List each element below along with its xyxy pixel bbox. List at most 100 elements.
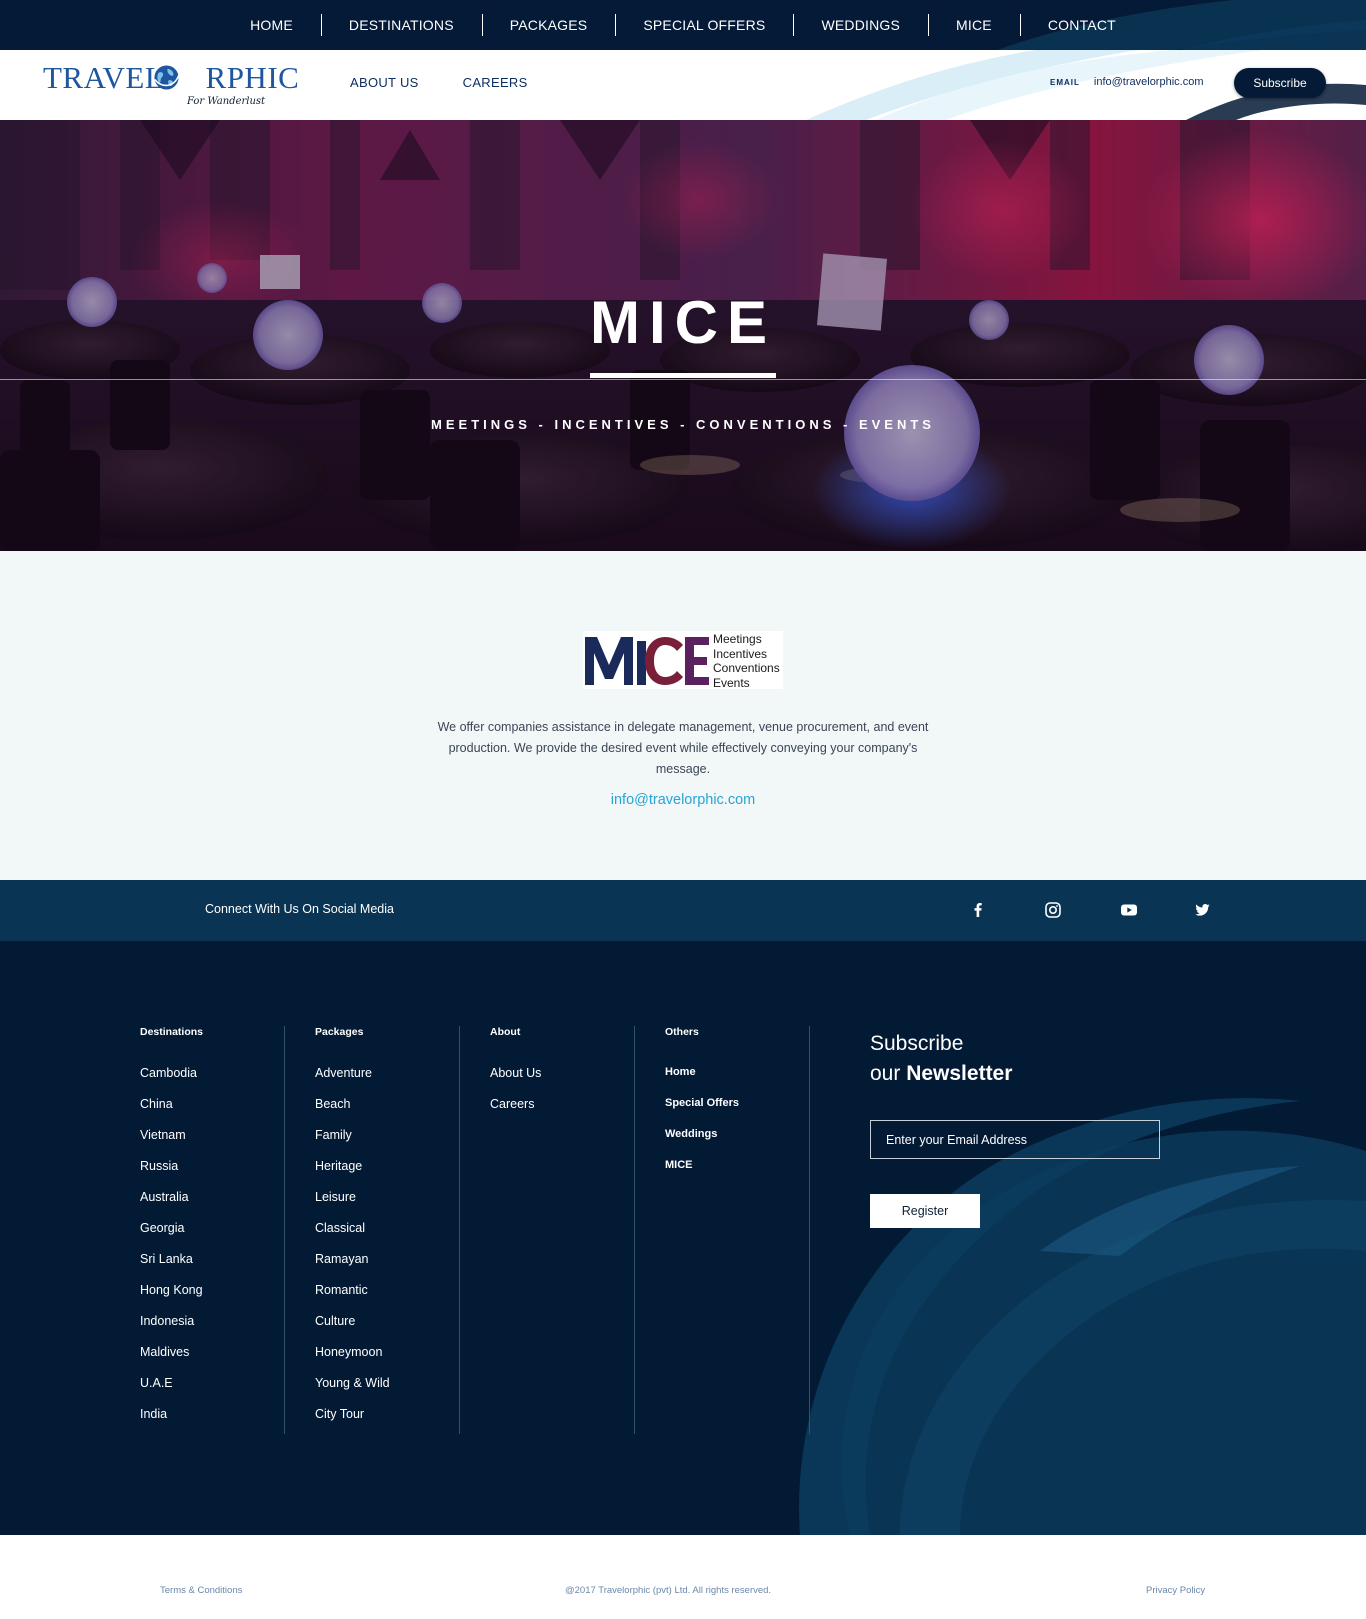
register-button[interactable]: Register	[870, 1194, 980, 1228]
footer-link-classical[interactable]: Classical	[315, 1221, 365, 1235]
newsletter-title-line1: Subscribe	[870, 1032, 964, 1055]
list-item: India	[140, 1407, 284, 1438]
list-item: Hong Kong	[140, 1283, 284, 1314]
list-item: MICE	[665, 1159, 809, 1190]
mice-logo-words: Meetings Incentives Conventions Events	[713, 632, 780, 690]
nav-destinations[interactable]: DESTINATIONS	[320, 14, 482, 36]
footer-link-cambodia[interactable]: Cambodia	[140, 1066, 197, 1080]
list-item: Leisure	[315, 1190, 459, 1221]
list-item: Indonesia	[140, 1314, 284, 1345]
social-media-label: Connect With Us On Social Media	[205, 902, 394, 916]
footer-link-home[interactable]: Home	[665, 1066, 696, 1078]
list-item: Culture	[315, 1314, 459, 1345]
footer-link-india[interactable]: India	[140, 1407, 167, 1421]
hero-banner: MICE MEETINGS - INCENTIVES - CONVENTIONS…	[0, 120, 1366, 551]
list-item: About Us	[490, 1066, 634, 1097]
list-item: Vietnam	[140, 1128, 284, 1159]
facebook-icon[interactable]	[968, 900, 988, 920]
logo-tagline: For Wanderlust	[187, 96, 266, 107]
footer-link-hong-kong[interactable]: Hong Kong	[140, 1283, 203, 1297]
footer-link-honeymoon[interactable]: Honeymoon	[315, 1345, 382, 1359]
youtube-icon[interactable]	[1119, 900, 1139, 920]
nav-careers[interactable]: CAREERS	[463, 75, 528, 90]
footer-link-russia[interactable]: Russia	[140, 1159, 178, 1173]
terms-link[interactable]: Terms & Conditions	[160, 1585, 242, 1596]
list-item: Cambodia	[140, 1066, 284, 1097]
footer-link-vietnam[interactable]: Vietnam	[140, 1128, 186, 1142]
footer-link-australia[interactable]: Australia	[140, 1190, 189, 1204]
footer-link-adventure[interactable]: Adventure	[315, 1066, 372, 1080]
copyright-text: @2017 Travelorphic (pvt) Ltd. All rights…	[565, 1585, 772, 1596]
subscribe-button[interactable]: Subscribe	[1234, 68, 1326, 98]
top-navigation: HOME DESTINATIONS PACKAGES SPECIAL OFFER…	[0, 0, 1366, 50]
footer-link-young-and-wild[interactable]: Young & Wild	[315, 1376, 390, 1390]
footer-list-others: Home Special Offers Weddings MICE	[665, 1066, 809, 1190]
list-item: Heritage	[315, 1159, 459, 1190]
site-footer: Destinations Cambodia China Vietnam Russ…	[0, 941, 1366, 1535]
footer-column-packages: Packages Adventure Beach Family Heritage…	[315, 1026, 460, 1434]
list-item: Home	[665, 1066, 809, 1097]
header-email-link[interactable]: info@travelorphic.com	[1094, 76, 1204, 88]
footer-link-indonesia[interactable]: Indonesia	[140, 1314, 194, 1328]
footer-link-uae[interactable]: U.A.E	[140, 1376, 173, 1390]
list-item: Ramayan	[315, 1252, 459, 1283]
footer-link-ramayan[interactable]: Ramayan	[315, 1252, 369, 1266]
list-item: Adventure	[315, 1066, 459, 1097]
newsletter-title: Subscribe our Newsletter	[870, 1029, 1012, 1089]
footer-link-romantic[interactable]: Romantic	[315, 1283, 368, 1297]
instagram-icon[interactable]	[1043, 900, 1063, 920]
footer-link-beach[interactable]: Beach	[315, 1097, 350, 1111]
footer-link-maldives[interactable]: Maldives	[140, 1345, 189, 1359]
nav-packages[interactable]: PACKAGES	[481, 14, 616, 36]
list-item: Maldives	[140, 1345, 284, 1376]
footer-link-china[interactable]: China	[140, 1097, 173, 1111]
newsletter-title-bold: Newsletter	[906, 1062, 1013, 1085]
footer-heading-packages: Packages	[315, 1026, 364, 1038]
nav-weddings[interactable]: WEDDINGS	[793, 14, 928, 36]
privacy-policy-link[interactable]: Privacy Policy	[1146, 1585, 1205, 1596]
nav-mice[interactable]: MICE	[928, 14, 1020, 36]
hero-title: MICE	[590, 289, 776, 356]
mice-contact-email-link[interactable]: info@travelorphic.com	[0, 792, 1366, 808]
mice-word-meetings: Meetings	[713, 632, 762, 646]
footer-list-destinations: Cambodia China Vietnam Russia Australia …	[140, 1066, 284, 1438]
footer-link-leisure[interactable]: Leisure	[315, 1190, 356, 1204]
list-item: Russia	[140, 1159, 284, 1190]
list-item: Careers	[490, 1097, 634, 1128]
travelorphic-logo[interactable]: TRAVEL RPHIC For Wanderlust	[43, 60, 299, 112]
footer-link-family[interactable]: Family	[315, 1128, 352, 1142]
social-media-bar: Connect With Us On Social Media	[0, 880, 1366, 941]
nav-about-us[interactable]: ABOUT US	[350, 75, 419, 90]
secondary-menu: ABOUT US CAREERS	[350, 75, 528, 90]
footer-link-mice[interactable]: MICE	[665, 1159, 693, 1171]
list-item: Beach	[315, 1097, 459, 1128]
footer-link-heritage[interactable]: Heritage	[315, 1159, 362, 1173]
footer-link-sri-lanka[interactable]: Sri Lanka	[140, 1252, 193, 1266]
footer-link-about-us[interactable]: About Us	[490, 1066, 541, 1080]
main-menu: HOME DESTINATIONS PACKAGES SPECIAL OFFER…	[0, 0, 1366, 50]
twitter-icon[interactable]	[1192, 900, 1212, 920]
footer-column-others: Others Home Special Offers Weddings MICE	[665, 1026, 810, 1434]
footer-heading-destinations: Destinations	[140, 1026, 204, 1038]
nav-home[interactable]: HOME	[222, 17, 321, 33]
mice-word-incentives: Incentives	[713, 646, 768, 661]
list-item: Honeymoon	[315, 1345, 459, 1376]
list-item: Sri Lanka	[140, 1252, 284, 1283]
nav-special-offers[interactable]: SPECIAL OFFERS	[615, 14, 793, 36]
footer-heading-others: Others	[665, 1026, 699, 1038]
header-contact: EMAIL info@travelorphic.com	[1050, 76, 1204, 88]
mice-logo: Meetings Incentives Conventions Events	[583, 631, 783, 690]
footer-column-destinations: Destinations Cambodia China Vietnam Russ…	[140, 1026, 285, 1434]
footer-link-weddings[interactable]: Weddings	[665, 1128, 717, 1140]
footer-link-georgia[interactable]: Georgia	[140, 1221, 184, 1235]
footer-heading-about: About	[490, 1026, 521, 1038]
footer-column-about: About About Us Careers	[490, 1026, 635, 1434]
footer-link-city-tour[interactable]: City Tour	[315, 1407, 364, 1421]
newsletter-email-input[interactable]	[870, 1120, 1160, 1159]
footer-link-careers[interactable]: Careers	[490, 1097, 534, 1111]
footer-link-culture[interactable]: Culture	[315, 1314, 355, 1328]
email-label: EMAIL	[1050, 77, 1080, 87]
footer-link-special-offers[interactable]: Special Offers	[665, 1097, 739, 1109]
footer-list-about: About Us Careers	[490, 1066, 634, 1128]
nav-contact[interactable]: CONTACT	[1019, 14, 1144, 36]
